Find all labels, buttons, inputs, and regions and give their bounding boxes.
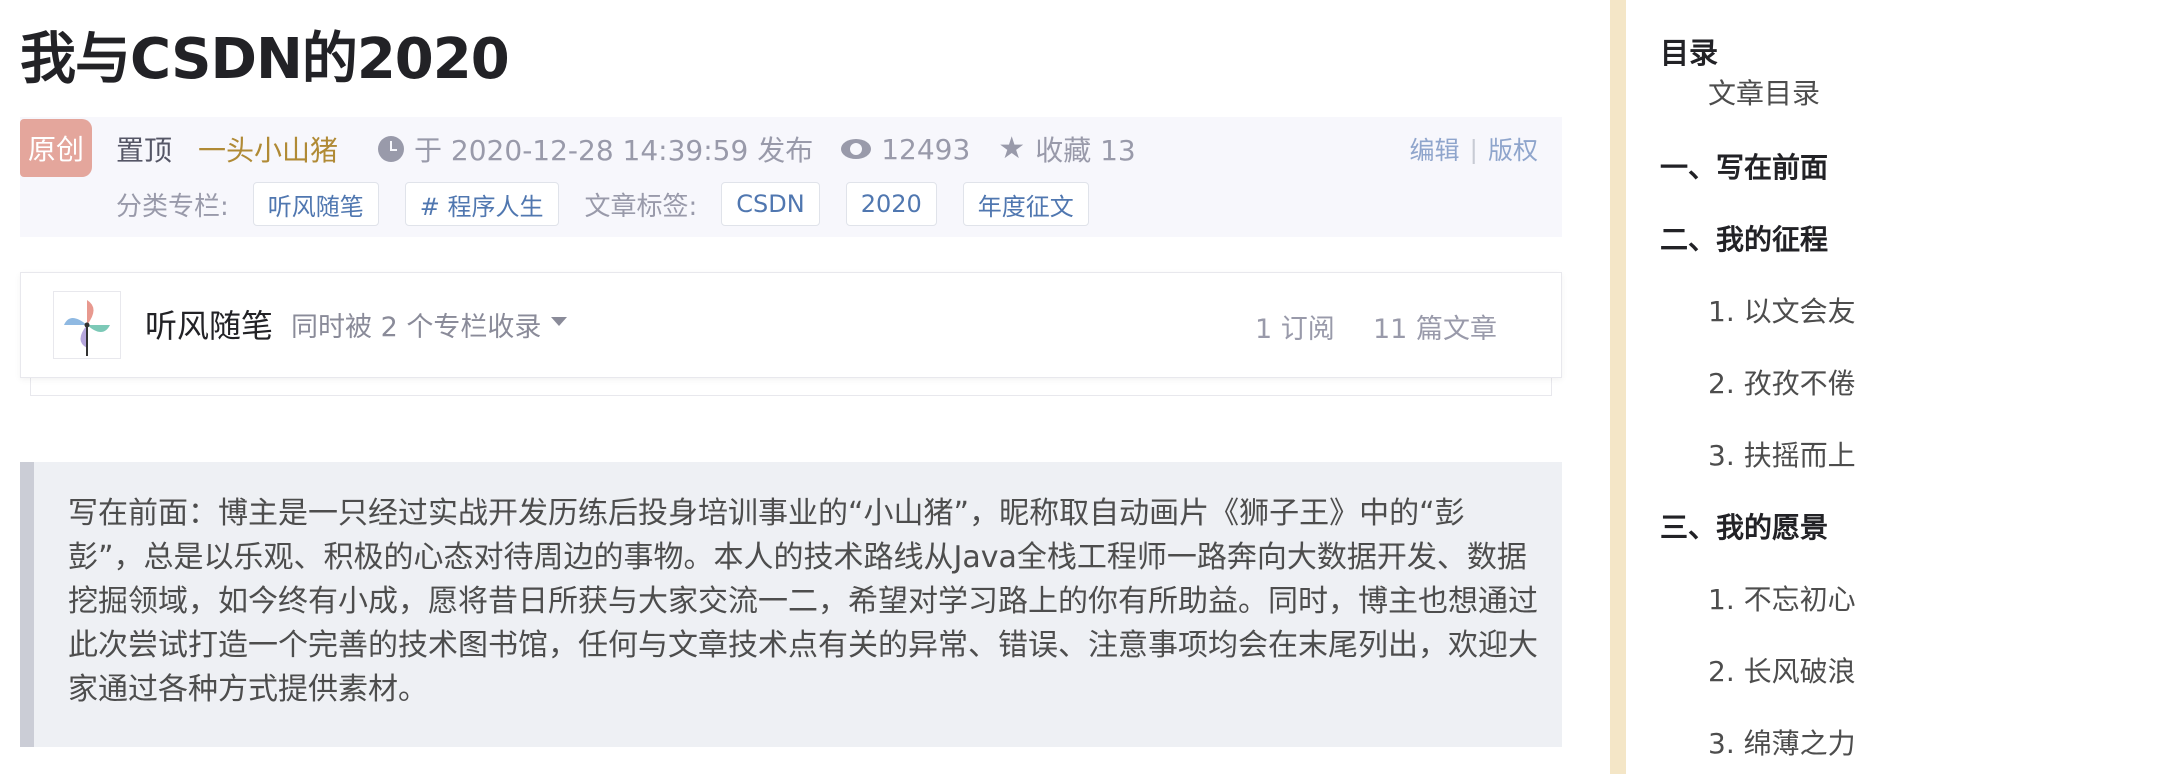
author-link[interactable]: 一头小山猪 bbox=[198, 129, 338, 169]
toc-item[interactable]: 一、写在前面 bbox=[1660, 146, 1828, 186]
subscriber-count: 1 订阅 bbox=[1255, 314, 1335, 345]
toc-item[interactable]: 1. 不忘初心 bbox=[1708, 578, 1856, 618]
article-meta: 原创 置顶 一头小山猪 于 2020-12-28 14:39:59 发布 124… bbox=[20, 117, 1562, 237]
eye-icon bbox=[841, 139, 872, 159]
toc-item[interactable]: 2. 长风破浪 bbox=[1708, 650, 1856, 690]
toc-item[interactable]: 1. 以文会友 bbox=[1708, 290, 1856, 330]
favorite-count[interactable]: 收藏 13 bbox=[1035, 129, 1136, 169]
article-tag[interactable]: 2020 bbox=[845, 182, 937, 226]
divider: | bbox=[1469, 134, 1478, 164]
quote-bar bbox=[20, 462, 34, 747]
pinwheel-icon[interactable] bbox=[53, 291, 121, 359]
intro-blockquote: 写在前面：博主是一只经过实战开发历练后投身培训事业的“小山猪”，昵称取自动画片《… bbox=[20, 462, 1562, 747]
copyright-link[interactable]: 版权 bbox=[1488, 131, 1538, 167]
column-card[interactable]: 听风随笔 同时被 2 个专栏收录 1 订阅 11 篇文章 bbox=[20, 272, 1562, 378]
category-label: 分类专栏: bbox=[116, 191, 229, 222]
meta-actions: 编辑 | 版权 bbox=[1410, 131, 1538, 167]
toc-item[interactable]: 二、我的征程 bbox=[1660, 218, 1828, 258]
tags-label: 文章标签: bbox=[584, 191, 698, 222]
original-badge: 原创 bbox=[20, 119, 92, 177]
sidebar-divider bbox=[1610, 0, 1626, 774]
also-included-dropdown[interactable]: 同时被 2 个专栏收录 bbox=[291, 305, 568, 344]
toc-item[interactable]: 文章目录 bbox=[1708, 78, 1820, 112]
category-tag[interactable]: # 程序人生 bbox=[404, 182, 559, 226]
category-tag[interactable]: 听风随笔 bbox=[252, 182, 379, 226]
edit-link[interactable]: 编辑 bbox=[1410, 131, 1460, 167]
view-count: 12493 bbox=[881, 132, 971, 166]
toc-list[interactable]: 文章目录 一、写在前面 二、我的征程 1. 以文会友 2. 孜孜不倦 3. 扶摇… bbox=[1626, 78, 2180, 774]
toc-item[interactable]: 3. 绵薄之力 bbox=[1708, 722, 1856, 762]
pinned-label: 置顶 bbox=[116, 134, 173, 167]
intro-text: 写在前面：博主是一只经过实战开发历练后投身培训事业的“小山猪”，昵称取自动画片《… bbox=[68, 496, 1538, 707]
toc-sidebar: 目录 文章目录 一、写在前面 二、我的征程 1. 以文会友 2. 孜孜不倦 3.… bbox=[1626, 0, 2180, 774]
article-main: 我与CSDN的2020 原创 置顶 一头小山猪 于 2020-12-28 14:… bbox=[0, 0, 1610, 774]
article-count: 11 篇文章 bbox=[1373, 314, 1497, 345]
publish-time: 于 2020-12-28 14:39:59 发布 bbox=[414, 134, 814, 167]
meta-tags-row: 分类专栏: 听风随笔 # 程序人生 文章标签: CSDN 2020 年度征文 bbox=[116, 181, 1115, 227]
toc-item[interactable]: 三、我的愿景 bbox=[1660, 506, 1828, 546]
toc-item[interactable]: 2. 孜孜不倦 bbox=[1708, 362, 1856, 402]
also-included-label: 同时被 2 个专栏收录 bbox=[291, 312, 542, 343]
meta-info-row: 置顶 一头小山猪 于 2020-12-28 14:39:59 发布 12493 … bbox=[116, 129, 1136, 169]
clock-icon bbox=[378, 136, 405, 162]
article-title: 我与CSDN的2020 bbox=[20, 27, 510, 92]
article-tag[interactable]: 年度征文 bbox=[962, 182, 1089, 226]
article-tag[interactable]: CSDN bbox=[721, 182, 820, 226]
column-name[interactable]: 听风随笔 bbox=[145, 301, 273, 347]
toc-title: 目录 bbox=[1660, 36, 1719, 70]
favorite-star-icon[interactable]: ★ bbox=[998, 134, 1025, 164]
caret-down-icon bbox=[551, 317, 568, 326]
toc-item[interactable]: 3. 扶摇而上 bbox=[1708, 434, 1856, 474]
